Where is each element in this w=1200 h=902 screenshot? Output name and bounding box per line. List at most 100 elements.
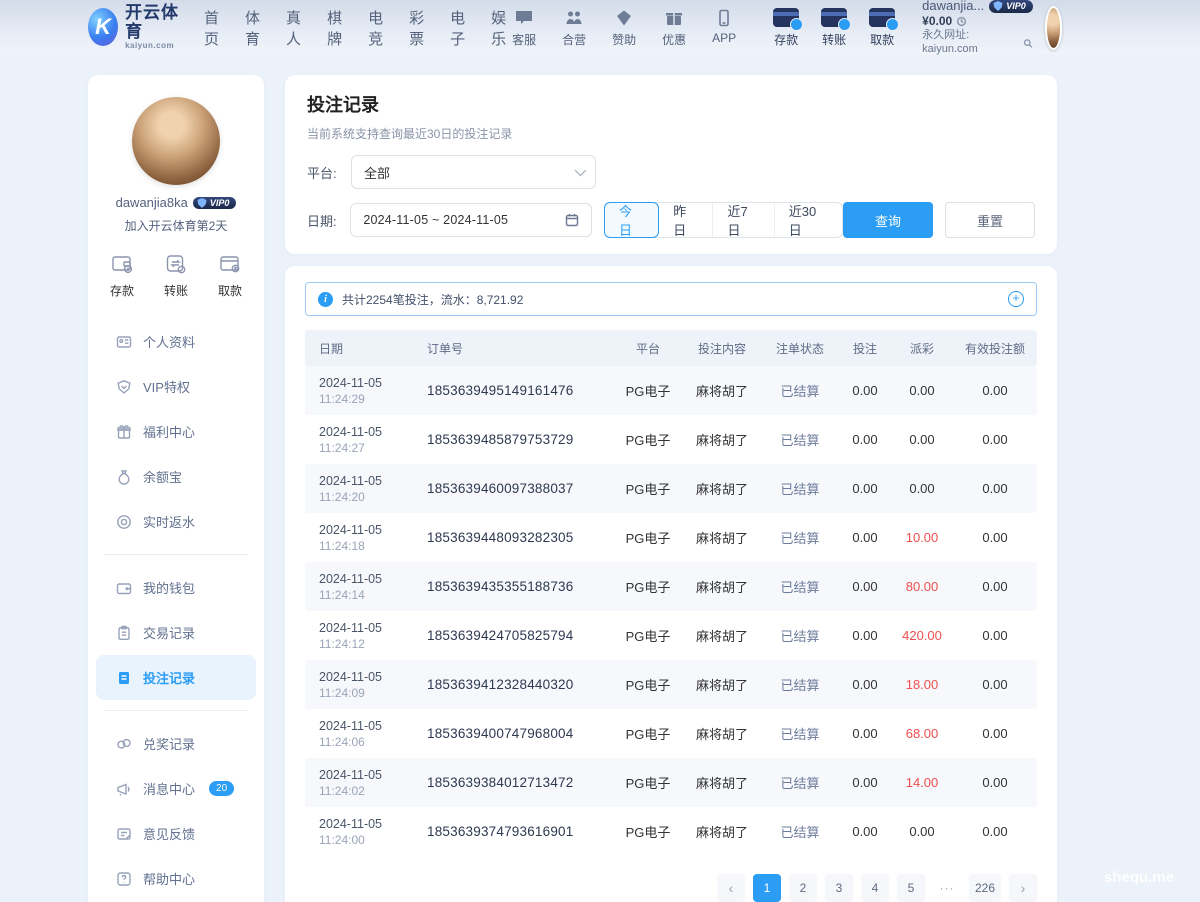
service-link[interactable]: 客服 <box>506 8 542 48</box>
profile-username: dawanjia8ka <box>116 195 188 210</box>
bet-record-icon <box>116 670 132 686</box>
reset-button[interactable]: 重置 <box>945 202 1035 238</box>
prize-record-icon <box>116 736 132 752</box>
table-row: 2024-11-0511:24:00 1853639374793616901 P… <box>305 807 1037 856</box>
nav-home[interactable]: 首页 <box>204 7 219 49</box>
page-title: 投注记录 <box>307 91 1035 117</box>
next-page-button[interactable]: › <box>1009 874 1037 902</box>
page-button-4[interactable]: 4 <box>861 874 889 902</box>
sidebar-item-welfare[interactable]: 福利中心 <box>88 409 264 454</box>
table-row: 2024-11-0511:24:09 1853639412328440320 P… <box>305 660 1037 709</box>
sidebar-item-feedback[interactable]: 意见反馈 <box>88 811 264 856</box>
table-header: 日期 订单号 平台 投注内容 注单状态 投注 派彩 有效投注额 <box>305 330 1037 366</box>
nav-sports[interactable]: 体育 <box>245 7 260 49</box>
summary-bar: i 共计2254笔投注，流水：8,721.92 + <box>305 282 1037 316</box>
search-button[interactable]: 查询 <box>843 202 933 238</box>
page-button-5[interactable]: 5 <box>897 874 925 902</box>
diamond-icon <box>614 8 634 28</box>
welfare-gift-icon <box>116 424 132 440</box>
profile-avatar[interactable] <box>132 97 220 185</box>
user-balance: ¥0.00 <box>922 14 1033 29</box>
user-info[interactable]: dawanjia... VIP0 ¥0.00 永久网址: kaiyun.com <box>922 0 1033 57</box>
sidebar-withdraw-button[interactable]: 取款 <box>218 252 242 299</box>
chat-icon <box>514 8 534 28</box>
prev-page-button[interactable]: ‹ <box>717 874 745 902</box>
deposit-card-icon <box>773 8 799 27</box>
nav-esports[interactable]: 电竞 <box>368 7 383 49</box>
vip-badge: VIP0 <box>989 0 1033 13</box>
range-yesterday-button[interactable]: 昨日 <box>659 203 713 237</box>
pagination-ellipsis[interactable]: ··· <box>933 874 961 902</box>
page-button-2[interactable]: 2 <box>789 874 817 902</box>
permanent-url: 永久网址: kaiyun.com <box>922 29 1033 57</box>
page-button-3[interactable]: 3 <box>825 874 853 902</box>
transfer-card-icon <box>821 8 847 27</box>
transfer-link[interactable]: 转账 <box>816 8 852 48</box>
sidebar-item-rebate[interactable]: 实时返水 <box>88 499 264 544</box>
profile-vip-badge: VIP0 <box>193 197 237 209</box>
user-avatar[interactable] <box>1045 6 1062 50</box>
sidebar-item-yuebao[interactable]: 余额宝 <box>88 454 264 499</box>
site-logo[interactable]: K 开云体育 kaiyun.com <box>88 4 182 50</box>
vip-shield-icon <box>197 198 207 208</box>
sidebar-item-prize-records[interactable]: 兑奖记录 <box>88 721 264 766</box>
sidebar-item-profile[interactable]: 个人资料 <box>88 319 264 364</box>
sponsor-link[interactable]: 赞助 <box>606 8 642 48</box>
summary-text: 共计2254笔投注，流水：8,721.92 <box>342 291 523 308</box>
refresh-icon[interactable] <box>956 16 967 27</box>
range-today-button[interactable]: 今日 <box>604 202 659 238</box>
partners-icon <box>564 8 584 28</box>
table-row: 2024-11-0511:24:12 1853639424705825794 P… <box>305 611 1037 660</box>
bet-records-panel: i 共计2254笔投注，流水：8,721.92 + 日期 订单号 平台 投注内容… <box>285 266 1057 902</box>
nav-slots[interactable]: 电子 <box>450 7 465 49</box>
user-name: dawanjia... <box>922 0 984 14</box>
date-range-input[interactable]: 2024-11-05 ~ 2024-11-05 <box>350 203 592 237</box>
promo-link[interactable]: 优惠 <box>656 8 692 48</box>
transfer-icon <box>164 252 188 276</box>
nav-entertainment[interactable]: 娱乐 <box>491 7 506 49</box>
filter-panel: 投注记录 当前系统支持查询最近30日的投注记录 平台: 全部 日期: 2024-… <box>285 75 1057 254</box>
sidebar-menu: 个人资料 VIP特权 福利中心 余额宝 实时返水 我的钱包 <box>88 319 264 901</box>
phone-icon <box>714 8 734 28</box>
main-nav: 首页 体育 真人 棋牌 电竞 彩票 电子 娱乐 <box>204 7 506 49</box>
platform-select[interactable]: 全部 <box>351 155 596 189</box>
logo-brand: 开云体育 <box>125 4 182 41</box>
sidebar-transfer-button[interactable]: 转账 <box>164 252 188 299</box>
info-icon: i <box>318 292 333 307</box>
nav-chess[interactable]: 棋牌 <box>327 7 342 49</box>
table-row: 2024-11-0511:24:29 1853639495149161476 P… <box>305 366 1037 415</box>
sidebar-item-messages[interactable]: 消息中心 20 <box>88 766 264 811</box>
sidebar-item-help[interactable]: 帮助中心 <box>88 856 264 901</box>
wallet-icon <box>116 580 132 596</box>
range-7days-button[interactable]: 近7日 <box>713 203 774 237</box>
withdraw-link[interactable]: 取款 <box>864 8 900 48</box>
expand-plus-icon[interactable]: + <box>1008 291 1024 307</box>
sidebar-item-bet-records[interactable]: 投注记录 <box>96 655 256 700</box>
feedback-icon <box>116 826 132 842</box>
sidebar-item-vip[interactable]: VIP特权 <box>88 364 264 409</box>
app-link[interactable]: APP <box>706 8 742 48</box>
page-button-226[interactable]: 226 <box>969 874 1001 902</box>
partners-link[interactable]: 合营 <box>556 8 592 48</box>
sidebar-deposit-button[interactable]: 存款 <box>110 252 134 299</box>
vip-privilege-icon <box>116 379 132 395</box>
help-center-icon <box>116 871 132 887</box>
withdraw-card-icon <box>869 8 895 27</box>
logo-icon: K <box>88 8 118 46</box>
range-30days-button[interactable]: 近30日 <box>775 203 842 237</box>
magnifier-icon[interactable] <box>1023 38 1033 49</box>
chevron-down-icon <box>575 165 586 176</box>
transaction-record-icon <box>116 625 132 641</box>
page-button-1[interactable]: 1 <box>753 874 781 902</box>
quick-links: 客服 合营 赞助 优惠 APP <box>506 8 742 48</box>
divider <box>104 710 248 711</box>
sidebar-item-transactions[interactable]: 交易记录 <box>88 610 264 655</box>
table-row: 2024-11-0511:24:27 1853639485879753729 P… <box>305 415 1037 464</box>
vip-shield-icon <box>993 1 1003 11</box>
nav-live[interactable]: 真人 <box>286 7 301 49</box>
deposit-icon <box>110 252 134 276</box>
nav-lottery[interactable]: 彩票 <box>409 7 424 49</box>
sidebar-item-wallet[interactable]: 我的钱包 <box>88 565 264 610</box>
join-days-text: 加入开云体育第2天 <box>88 217 264 234</box>
deposit-link[interactable]: 存款 <box>768 8 804 48</box>
